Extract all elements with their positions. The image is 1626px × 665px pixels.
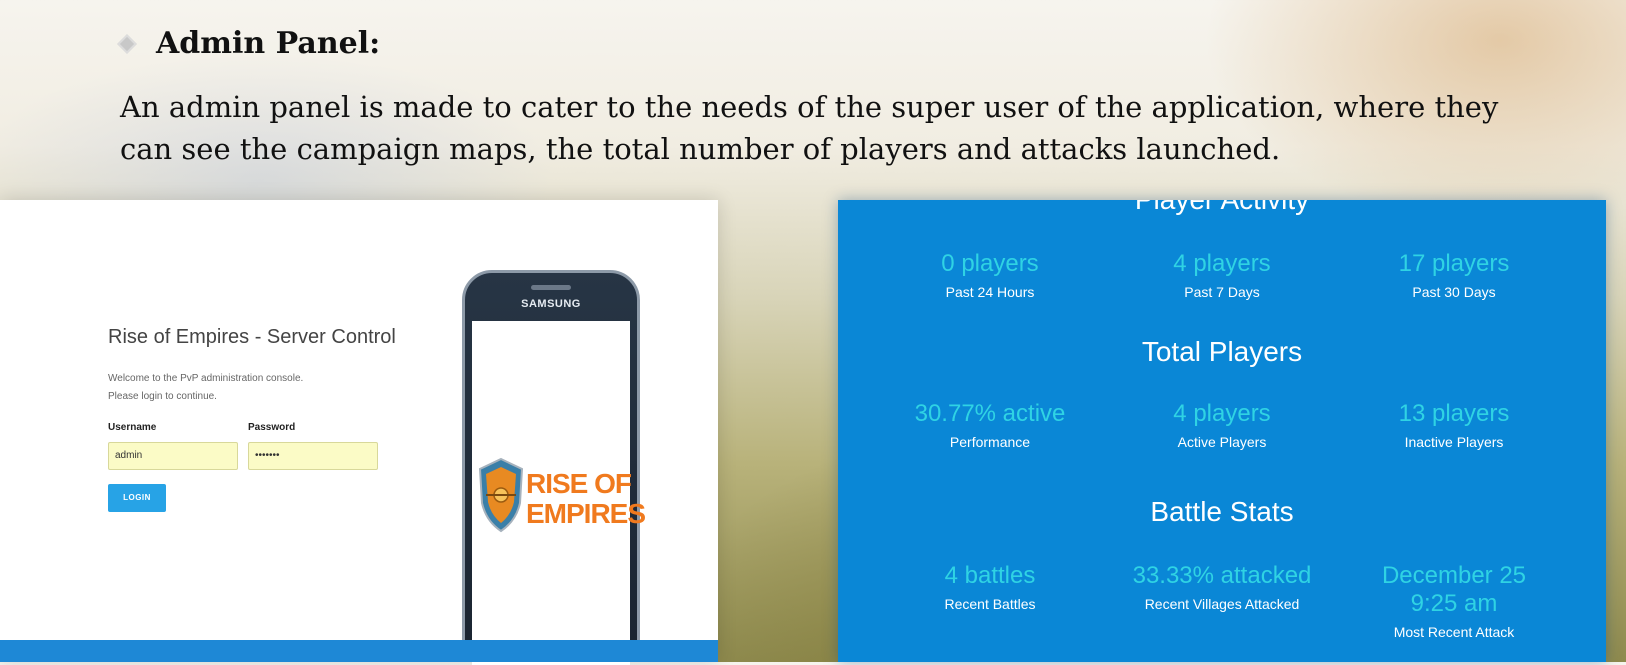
shield-logo-icon bbox=[478, 457, 524, 533]
username-label: Username bbox=[108, 422, 157, 433]
stat-past-30-days: 17 players Past 30 Days bbox=[1348, 250, 1560, 300]
phone-mockup: SAMSUNG RISE OF EMPIRES bbox=[462, 270, 646, 665]
slide-paragraph: An admin panel is made to cater to the n… bbox=[120, 90, 1499, 166]
stat-caption: Recent Villages Attacked bbox=[1144, 596, 1300, 612]
stat-caption: Performance bbox=[949, 434, 1031, 450]
stat-most-recent-attack: December 25 9:25 am Most Recent Attack bbox=[1348, 562, 1560, 640]
slide-heading: Admin Panel: bbox=[156, 26, 381, 61]
stat-active-players: 4 players Active Players bbox=[1116, 400, 1328, 450]
stat-value: 30.77% active bbox=[914, 400, 1066, 427]
slide-heading-row: Admin Panel: bbox=[117, 26, 381, 61]
stat-performance: 30.77% active Performance bbox=[884, 400, 1096, 450]
section-title-battle-stats: Battle Stats bbox=[1150, 496, 1294, 527]
stat-value: 33.33% attacked bbox=[1132, 562, 1312, 589]
logo-line-1: RISE OF bbox=[526, 468, 632, 499]
password-label: Password bbox=[248, 422, 296, 433]
stat-recent-villages-attacked: 33.33% attacked Recent Villages Attacked bbox=[1116, 562, 1328, 612]
phone-brand: SAMSUNG bbox=[521, 298, 581, 310]
stat-value: 17 players bbox=[1398, 250, 1510, 277]
logo-line-2: EMPIRES bbox=[526, 498, 646, 529]
stat-caption: Past 30 Days bbox=[1412, 284, 1496, 300]
username-field[interactable]: admin bbox=[108, 442, 238, 470]
stat-recent-battles: 4 battles Recent Battles bbox=[884, 562, 1096, 612]
login-title: Rise of Empires - Server Control bbox=[108, 326, 396, 348]
stats-dashboard: Player Activity 0 players Past 24 Hours … bbox=[838, 200, 1606, 662]
stat-value: 4 players bbox=[1173, 250, 1271, 277]
section-title-player-activity: Player Activity bbox=[838, 200, 1606, 216]
stat-caption: Past 24 Hours bbox=[945, 284, 1035, 300]
stat-caption: Inactive Players bbox=[1404, 434, 1504, 450]
diamond-bullet-icon bbox=[117, 33, 137, 54]
stat-past-7-days: 4 players Past 7 Days bbox=[1116, 250, 1328, 300]
welcome-line-2: Please login to continue. bbox=[108, 391, 217, 402]
stat-caption: Active Players bbox=[1177, 434, 1267, 450]
welcome-text: Welcome to the PvP administration consol… bbox=[108, 370, 303, 406]
section-title-total-players: Total Players bbox=[1141, 336, 1303, 367]
phone-speaker bbox=[531, 285, 571, 290]
login-screenshot: Rise of Empires - Server Control Welcome… bbox=[0, 200, 718, 665]
welcome-line-1: Welcome to the PvP administration consol… bbox=[108, 373, 304, 384]
stat-caption: Recent Battles bbox=[944, 596, 1036, 612]
stat-value: 13 players bbox=[1398, 400, 1510, 427]
stat-caption: Past 7 Days bbox=[1184, 284, 1260, 300]
login-footer-bar bbox=[0, 640, 718, 662]
stat-past-24-hours: 0 players Past 24 Hours bbox=[884, 250, 1096, 300]
stat-value: 4 battles bbox=[944, 562, 1036, 589]
stat-inactive-players: 13 players Inactive Players bbox=[1348, 400, 1560, 450]
phone-screen: RISE OF EMPIRES bbox=[472, 321, 646, 665]
game-logo-text: RISE OF EMPIRES bbox=[526, 468, 646, 529]
password-field[interactable]: ••••••• bbox=[248, 442, 378, 470]
login-button[interactable]: LOGIN bbox=[108, 484, 166, 512]
stat-caption: Most Recent Attack bbox=[1393, 624, 1515, 640]
stat-value-date: December 25 bbox=[1381, 562, 1527, 589]
stat-value: 0 players bbox=[941, 250, 1039, 277]
stat-value-time: 9:25 am bbox=[1410, 590, 1498, 617]
stat-value: 4 players bbox=[1173, 400, 1271, 427]
